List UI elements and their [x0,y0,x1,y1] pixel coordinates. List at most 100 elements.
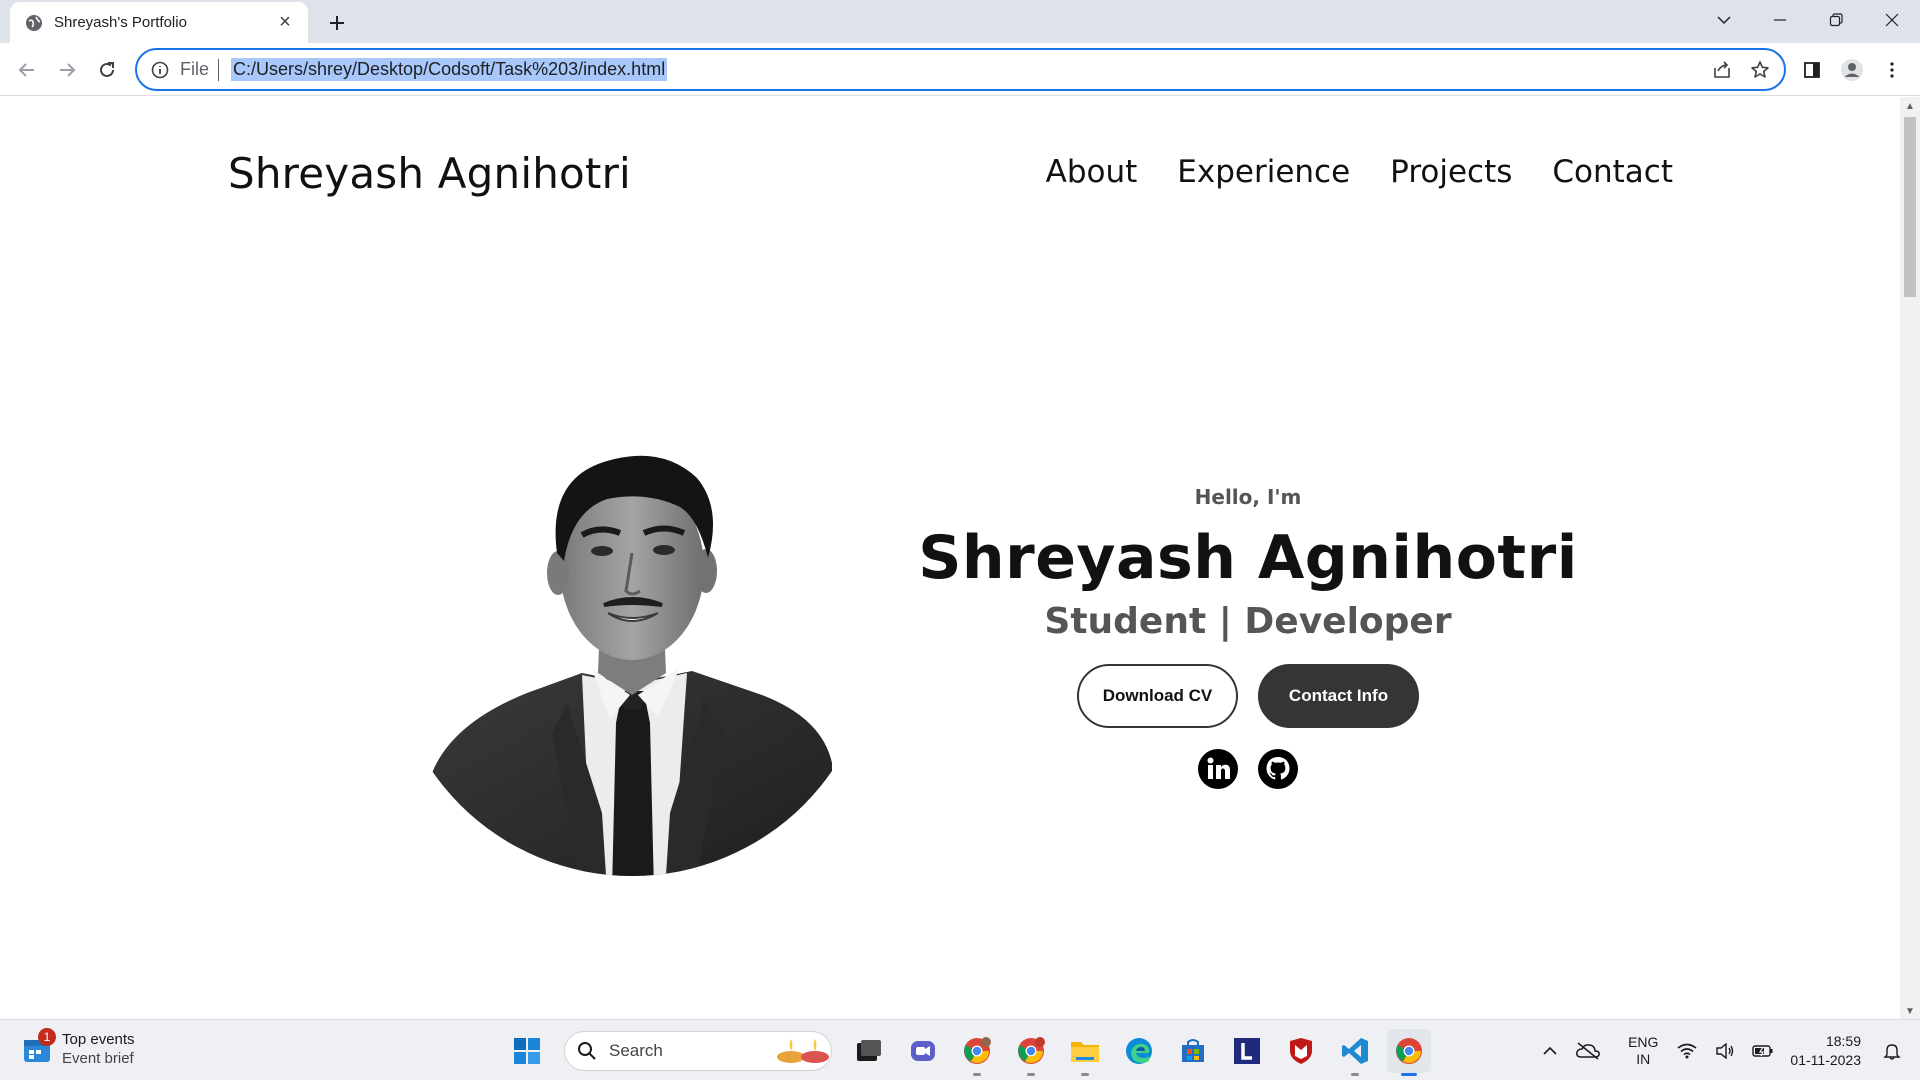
browser-menu-button[interactable] [1876,54,1908,86]
forward-button[interactable] [51,54,83,86]
scrollbar-thumb[interactable] [1904,117,1916,297]
notifications-button[interactable] [1876,1035,1908,1067]
taskbar-edge[interactable] [1117,1029,1161,1073]
running-indicator [1081,1073,1089,1076]
hero-section: Hello, I'm Shreyash Agnihotri Student | … [918,485,1578,790]
address-bar[interactable]: File C:/Users/shrey/Desktop/Codsoft/Task… [135,48,1786,91]
running-indicator [1351,1073,1359,1076]
taskbar-chrome-active[interactable] [1387,1029,1431,1076]
scroll-up-icon[interactable]: ▲ [1905,101,1915,112]
clock-time: 18:59 [1825,1032,1861,1049]
arrow-right-icon [60,63,76,77]
bell-icon [1883,1043,1901,1060]
onedrive-button[interactable] [1572,1035,1604,1067]
notification-badge: 1 [38,1028,56,1046]
browser-tab[interactable]: Shreyash's Portfolio × [10,2,308,43]
tab-search-button[interactable] [1696,0,1752,40]
page-scrollbar[interactable]: ▲ ▼ [1900,97,1920,1019]
system-tray: ENG IN 18:59 01-11-2023 [1531,1020,1920,1080]
nav-link-about[interactable]: About [1046,154,1138,190]
taskbar-file-explorer[interactable] [1063,1029,1107,1076]
mcafee-shield-icon [1290,1038,1312,1064]
profile-button[interactable] [1836,54,1868,86]
scroll-down-icon[interactable]: ▼ [1905,1006,1915,1017]
nav-link-projects[interactable]: Projects [1390,154,1512,190]
hero-name: Shreyash Agnihotri [918,523,1578,593]
profile-avatar-icon [1841,59,1863,81]
chrome-icon [1018,1037,1045,1064]
address-url[interactable]: C:/Users/shrey/Desktop/Codsoft/Task%203/… [231,58,668,81]
taskbar-search-box[interactable]: Search [564,1031,832,1071]
active-indicator [1401,1073,1417,1076]
folder-icon [1071,1042,1099,1062]
minimize-button[interactable] [1752,0,1808,40]
letter-l-app-icon [1234,1038,1260,1064]
restore-icon [1829,13,1843,27]
taskbar-mcafee[interactable] [1279,1029,1323,1073]
chrome-icon [964,1037,991,1064]
widget-subtitle: Event brief [62,1050,134,1067]
download-cv-button[interactable]: Download CV [1077,664,1238,728]
region-code: IN [1636,1050,1651,1067]
reload-button[interactable] [91,54,123,86]
taskbar-l-app[interactable] [1225,1029,1269,1073]
bookmark-star-icon[interactable] [1750,60,1770,80]
linkedin-icon[interactable] [1197,748,1239,790]
taskbar-task-view[interactable] [847,1029,891,1073]
arrow-left-icon [18,63,34,77]
input-language-indicator[interactable]: ENG IN [1628,1034,1658,1068]
show-hidden-icons-button[interactable] [1534,1035,1566,1067]
side-panel-button[interactable] [1796,54,1828,86]
address-scheme-label: File [180,59,210,79]
new-tab-button[interactable] [322,8,352,38]
taskbar-chrome-profile-1[interactable] [955,1029,999,1076]
taskbar-teams[interactable] [901,1029,945,1073]
site-logo[interactable]: Shreyash Agnihotri [228,149,631,198]
widget-title: Top events [62,1031,135,1048]
social-links [918,748,1578,790]
close-tab-icon[interactable]: × [274,11,296,34]
browser-toolbar: File C:/Users/shrey/Desktop/Codsoft/Task… [0,43,1920,96]
close-window-button[interactable] [1864,0,1920,40]
nav-link-contact[interactable]: Contact [1552,154,1673,190]
taskbar-chrome-profile-2[interactable] [1009,1029,1053,1076]
calendar-widget-icon: 1 [22,1028,56,1064]
diya-search-highlight-icon [777,1039,829,1063]
start-button[interactable] [505,1029,549,1073]
page-viewport: Shreyash Agnihotri About Experience Proj… [0,97,1900,1019]
running-indicator [973,1073,981,1076]
taskbar-clock[interactable]: 18:59 01-11-2023 [1790,1032,1861,1070]
taskbar-vscode[interactable] [1333,1029,1377,1076]
store-bag-icon [1182,1039,1204,1062]
browser-tab-strip: Shreyash's Portfolio × [0,0,1920,43]
back-button[interactable] [11,54,43,86]
close-icon [1885,13,1899,27]
minimize-icon [1774,19,1786,21]
cloud-offline-icon [1576,1041,1600,1060]
nav-link-experience[interactable]: Experience [1177,154,1350,190]
battery-status[interactable] [1747,1035,1779,1067]
side-panel-icon [1804,62,1820,78]
restore-button[interactable] [1808,0,1864,40]
chevron-up-icon [1543,1046,1557,1055]
profile-photo [432,455,832,876]
windows-taskbar: 1 Top events Event brief Search ENG IN 1… [0,1019,1920,1080]
info-icon[interactable] [150,60,170,80]
volume-status[interactable] [1709,1035,1741,1067]
chrome-icon [1396,1038,1422,1064]
language-code: ENG [1628,1033,1659,1050]
globe-icon [26,14,42,31]
share-icon[interactable] [1712,60,1732,80]
taskbar-microsoft-store[interactable] [1171,1029,1215,1073]
wifi-status[interactable] [1671,1035,1703,1067]
running-indicator [1027,1073,1035,1076]
contact-info-button[interactable]: Contact Info [1258,664,1419,728]
chevron-down-icon [1717,16,1731,25]
github-icon[interactable] [1257,748,1299,790]
edge-icon [1126,1038,1152,1064]
teams-chat-icon [911,1041,935,1061]
tab-title: Shreyash's Portfolio [54,14,187,31]
widgets-button[interactable]: 1 Top events Event brief [22,1028,135,1068]
vscode-icon [1342,1038,1368,1064]
address-divider [218,58,220,81]
